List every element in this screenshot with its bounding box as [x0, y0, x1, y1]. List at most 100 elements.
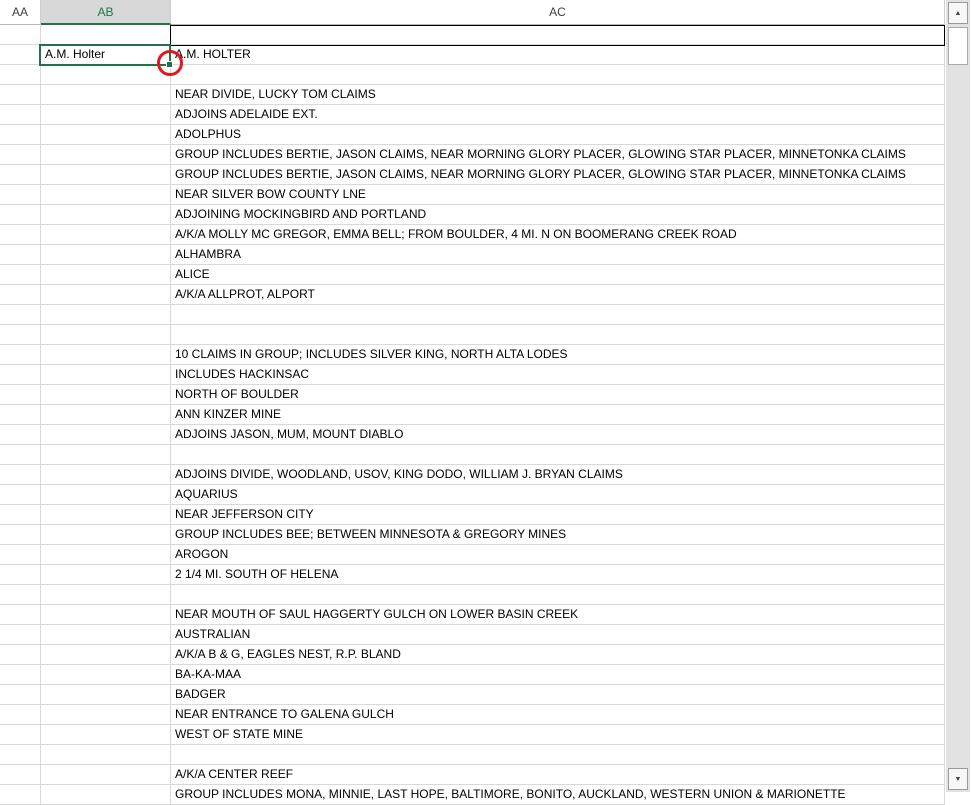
cell[interactable]	[0, 45, 41, 65]
cell[interactable]	[41, 225, 171, 245]
cell[interactable]	[0, 645, 41, 665]
cell[interactable]: ADJOINING MOCKINGBIRD AND PORTLAND	[171, 205, 945, 225]
cell[interactable]	[0, 445, 41, 465]
cell[interactable]: NEAR JEFFERSON CITY	[171, 505, 945, 525]
cell[interactable]	[41, 505, 171, 525]
cell[interactable]	[0, 365, 41, 385]
cell[interactable]	[0, 425, 41, 445]
cell[interactable]	[0, 605, 41, 625]
cell[interactable]	[0, 665, 41, 685]
cell[interactable]: A/K/A MOLLY MC GREGOR, EMMA BELL; FROM B…	[171, 225, 945, 245]
cell[interactable]	[41, 265, 171, 285]
fill-handle[interactable]	[166, 61, 173, 68]
cell[interactable]: A.M. Holter	[41, 45, 171, 65]
cell[interactable]: ADJOINS JASON, MUM, MOUNT DIABLO	[171, 425, 945, 445]
cell[interactable]: BA-KA-MAA	[171, 665, 945, 685]
cell[interactable]	[41, 545, 171, 565]
cell[interactable]: A/K/A B & G, EAGLES NEST, R.P. BLAND	[171, 645, 945, 665]
cell[interactable]	[0, 785, 41, 805]
cell[interactable]	[171, 25, 945, 45]
cell[interactable]: NEAR DIVIDE, LUCKY TOM CLAIMS	[171, 85, 945, 105]
cell[interactable]: BADGER	[171, 685, 945, 705]
cell[interactable]	[41, 65, 171, 85]
cell[interactable]	[41, 685, 171, 705]
cell[interactable]: AUSTRALIAN	[171, 625, 945, 645]
cell[interactable]	[0, 105, 41, 125]
cell[interactable]: NORTH OF BOULDER	[171, 385, 945, 405]
cell[interactable]	[41, 85, 171, 105]
cell[interactable]: NEAR ENTRANCE TO GALENA GULCH	[171, 705, 945, 725]
cell[interactable]	[171, 305, 945, 325]
cell[interactable]	[41, 605, 171, 625]
column-header-ab-selected[interactable]: AB	[41, 0, 171, 25]
cell[interactable]	[41, 165, 171, 185]
cell[interactable]	[41, 425, 171, 445]
scrollbar-up-button[interactable]: ▲	[948, 2, 968, 24]
cell[interactable]	[0, 625, 41, 645]
cell[interactable]	[41, 485, 171, 505]
cell[interactable]	[0, 25, 41, 45]
cell[interactable]	[41, 325, 171, 345]
cell[interactable]	[41, 305, 171, 325]
cell[interactable]	[41, 105, 171, 125]
cell[interactable]	[0, 685, 41, 705]
cell[interactable]: INCLUDES HACKINSAC	[171, 365, 945, 385]
cell[interactable]	[0, 565, 41, 585]
cell[interactable]	[0, 465, 41, 485]
cell[interactable]	[0, 765, 41, 785]
cell[interactable]	[0, 285, 41, 305]
cell[interactable]: GROUP INCLUDES BERTIE, JASON CLAIMS, NEA…	[171, 165, 945, 185]
cell[interactable]: GROUP INCLUDES BERTIE, JASON CLAIMS, NEA…	[171, 145, 945, 165]
cell[interactable]	[0, 505, 41, 525]
cell[interactable]	[41, 785, 171, 805]
cell[interactable]: AROGON	[171, 545, 945, 565]
cell[interactable]	[0, 485, 41, 505]
cell[interactable]	[41, 465, 171, 485]
cell[interactable]	[0, 525, 41, 545]
scrollbar-down-button[interactable]: ▼	[948, 768, 968, 790]
cell[interactable]	[41, 365, 171, 385]
cell[interactable]	[0, 125, 41, 145]
cell[interactable]: ADJOINS DIVIDE, WOODLAND, USOV, KING DOD…	[171, 465, 945, 485]
cell[interactable]	[0, 85, 41, 105]
cell[interactable]: GROUP INCLUDES BEE; BETWEEN MINNESOTA & …	[171, 525, 945, 545]
cell[interactable]	[41, 125, 171, 145]
column-header-aa[interactable]: AA	[0, 0, 41, 25]
cell[interactable]	[41, 385, 171, 405]
cell[interactable]	[0, 725, 41, 745]
cell[interactable]	[41, 445, 171, 465]
cell[interactable]	[41, 745, 171, 765]
cell[interactable]	[171, 325, 945, 345]
cell[interactable]: ALHAMBRA	[171, 245, 945, 265]
cell[interactable]: WEST OF STATE MINE	[171, 725, 945, 745]
cell[interactable]	[171, 585, 945, 605]
cell[interactable]: A/K/A CENTER REEF	[171, 765, 945, 785]
cell[interactable]	[41, 525, 171, 545]
cell[interactable]	[0, 325, 41, 345]
cell[interactable]	[41, 705, 171, 725]
cell[interactable]	[0, 65, 41, 85]
cell[interactable]	[171, 65, 945, 85]
cell[interactable]	[0, 345, 41, 365]
cell[interactable]: 10 CLAIMS IN GROUP; INCLUDES SILVER KING…	[171, 345, 945, 365]
cell[interactable]	[41, 765, 171, 785]
cell[interactable]: ANN KINZER MINE	[171, 405, 945, 425]
vertical-scrollbar[interactable]: ▲ ▼	[946, 0, 970, 792]
cell[interactable]	[0, 385, 41, 405]
cell[interactable]	[41, 245, 171, 265]
cell[interactable]	[171, 745, 945, 765]
cell[interactable]	[41, 665, 171, 685]
cell[interactable]: ALICE	[171, 265, 945, 285]
cell[interactable]	[41, 285, 171, 305]
cell[interactable]	[0, 245, 41, 265]
cell[interactable]: ADJOINS ADELAIDE EXT.	[171, 105, 945, 125]
cell[interactable]	[41, 725, 171, 745]
cell[interactable]: NEAR MOUTH OF SAUL HAGGERTY GULCH ON LOW…	[171, 605, 945, 625]
cell[interactable]	[0, 205, 41, 225]
cell[interactable]	[41, 25, 171, 45]
cell[interactable]	[0, 305, 41, 325]
cell[interactable]: AQUARIUS	[171, 485, 945, 505]
cell[interactable]	[41, 645, 171, 665]
cell[interactable]	[0, 165, 41, 185]
cell[interactable]	[41, 145, 171, 165]
